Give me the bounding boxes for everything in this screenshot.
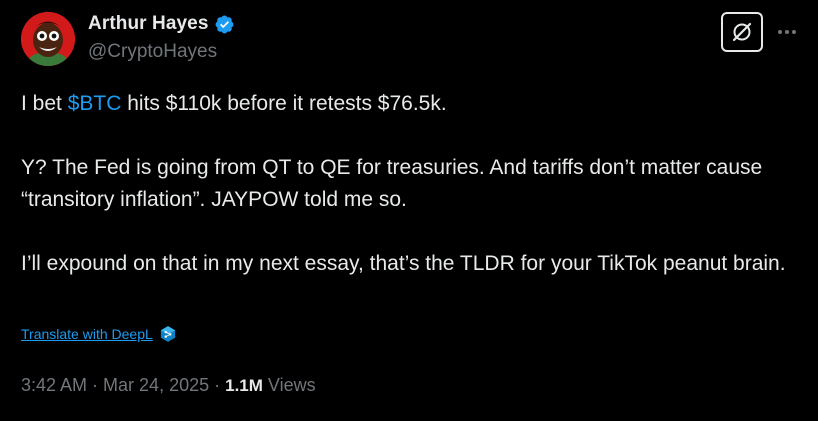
more-options-icon [778,30,782,34]
tweet-paragraph-3: I’ll expound on that in my next essay, t… [21,252,786,275]
meta-separator-2: · [209,375,226,395]
tweet-card: Arthur Hayes @CryptoHayes I bet $BTC hit… [0,0,818,421]
more-options-button[interactable] [772,20,802,44]
meta-separator: · [87,375,104,395]
tweet-time[interactable]: 3:42 AM [21,375,87,396]
avatar[interactable] [21,12,75,66]
author-handle[interactable]: @CryptoHayes [88,41,217,63]
tweet-paragraph-1: I bet $BTC hits $110k before it retests … [21,88,801,120]
tweet-date[interactable]: Mar 24, 2025 [103,375,209,396]
grok-icon [732,22,752,42]
translate-button[interactable]: Translate with DeepL [21,325,177,343]
tweet-text: I bet $BTC hits $110k before it retests … [21,88,801,280]
more-options-icon-dot [792,30,796,34]
tweet-text-prefix: I bet [21,92,68,115]
grok-button[interactable] [721,12,763,52]
more-options-icon-dot [785,30,789,34]
cashtag-link[interactable]: $BTC [68,92,122,115]
author-display-name[interactable]: Arthur Hayes [88,13,209,35]
verified-badge-icon [215,15,233,33]
translate-link[interactable]: Translate with DeepL [21,326,153,342]
tweet-metadata: 3:42 AM · Mar 24, 2025 · 1.1M Views [21,375,316,396]
tweet-text-suffix: hits $110k before it retests $76.5k. [121,92,447,115]
views-count[interactable]: 1.1M [225,376,263,396]
cartoon-avatar-icon [21,12,75,66]
tweet-paragraph-2: Y? The Fed is going from QT to QE for tr… [21,156,763,211]
deepl-icon [160,326,175,342]
author-name-row: Arthur Hayes [88,12,235,36]
views-label: Views [262,375,316,395]
